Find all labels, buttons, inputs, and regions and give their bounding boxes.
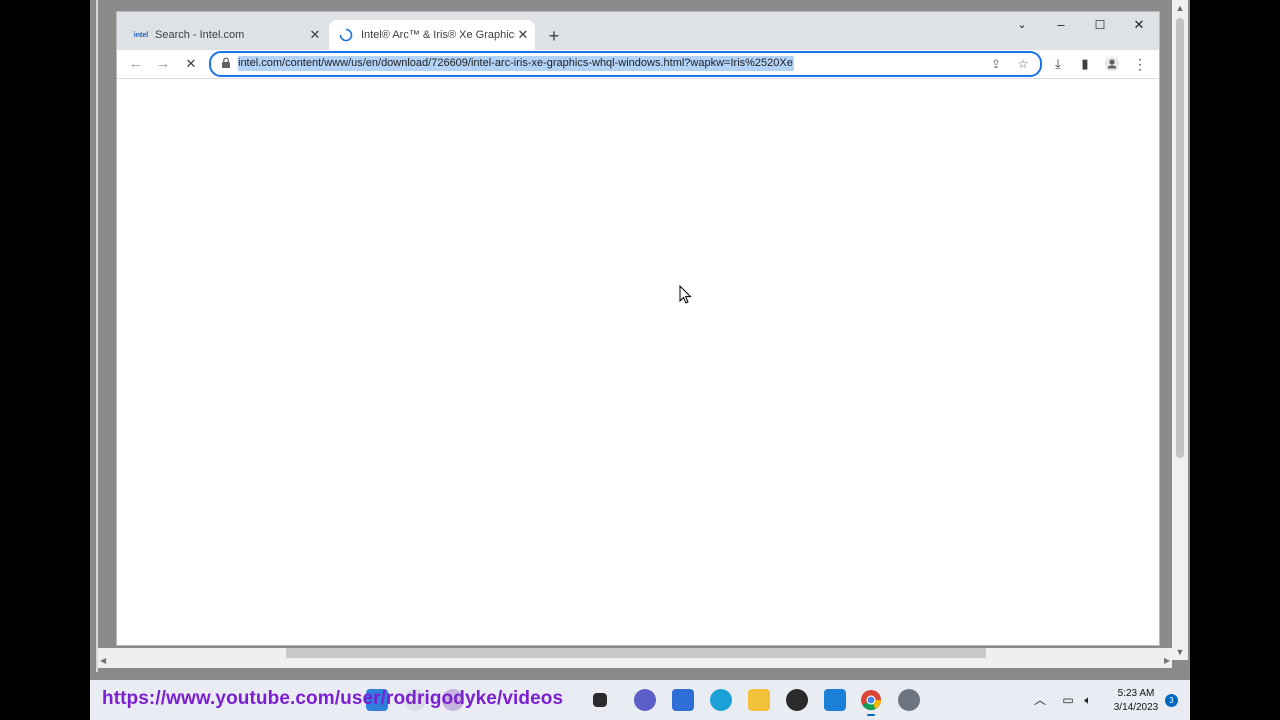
task-view-icon[interactable]	[593, 693, 607, 707]
notification-badge[interactable]: 3	[1165, 694, 1178, 707]
scroll-thumb[interactable]	[1176, 18, 1184, 458]
network-icon[interactable]: ▭	[1060, 692, 1076, 708]
settings-icon[interactable]	[898, 689, 920, 711]
minimize-button[interactable]: –	[1042, 12, 1080, 38]
desktop-edge	[96, 0, 98, 672]
tab-search-chevron-icon[interactable]: ⌄	[1003, 12, 1041, 38]
back-button[interactable]: ←	[125, 54, 147, 74]
profile-avatar-icon[interactable]	[1101, 54, 1123, 74]
video-overlay-url: https://www.youtube.com/user/rodrigodyke…	[102, 688, 564, 709]
store-icon[interactable]	[672, 689, 694, 711]
edge-icon[interactable]	[710, 689, 732, 711]
chrome-icon[interactable]	[860, 689, 882, 716]
scroll-left-arrow-icon[interactable]: ◀	[100, 656, 106, 665]
scroll-down-arrow-icon[interactable]: ▼	[1172, 644, 1188, 660]
clock-date: 3/14/2023	[1113, 702, 1159, 713]
file-explorer-icon[interactable]	[748, 689, 770, 711]
page-viewport[interactable]	[117, 79, 1159, 645]
close-tab-icon[interactable]: ✕	[307, 27, 323, 43]
close-window-button[interactable]: ✕	[1120, 12, 1158, 38]
scroll-thumb[interactable]	[286, 648, 986, 658]
intel-favicon-icon: intel	[133, 31, 149, 39]
downloads-icon[interactable]: ⤓	[1047, 54, 1069, 74]
url-text[interactable]: intel.com/content/www/us/en/download/726…	[238, 56, 794, 71]
tab-search-intel[interactable]: intel Search - Intel.com ✕	[127, 20, 327, 50]
tab-intel-arc-iris[interactable]: Intel® Arc™ & Iris® Xe Graphics ✕	[329, 20, 535, 50]
outer-horizontal-scrollbar[interactable]: ◀ ▶	[98, 648, 1172, 668]
maximize-button[interactable]: ☐	[1081, 12, 1119, 38]
scroll-right-arrow-icon[interactable]: ▶	[1164, 656, 1170, 665]
side-panel-icon[interactable]: ▮	[1074, 54, 1096, 74]
tab-title: Intel® Arc™ & Iris® Xe Graphics	[361, 29, 515, 41]
address-bar[interactable]: intel.com/content/www/us/en/download/726…	[209, 51, 1042, 77]
volume-icon[interactable]: 🔈︎	[1080, 692, 1096, 708]
outer-vertical-scrollbar[interactable]: ▲ ▼	[1172, 0, 1188, 660]
more-menu-icon[interactable]: ⋮	[1129, 54, 1151, 74]
stop-loading-button[interactable]: ✕	[180, 54, 202, 74]
feedback-hub-icon[interactable]	[824, 689, 846, 711]
mouse-cursor-icon	[679, 285, 692, 304]
browser-window: intel Search - Intel.com ✕ Intel® Arc™ &…	[117, 12, 1159, 645]
tab-title: Search - Intel.com	[155, 29, 245, 41]
new-tab-button[interactable]: +	[543, 25, 565, 47]
share-icon[interactable]: ⇪	[987, 55, 1005, 73]
teams-chat-icon[interactable]	[634, 689, 656, 711]
scroll-up-arrow-icon[interactable]: ▲	[1172, 0, 1188, 16]
system-clock[interactable]: 5:23 AM 3/14/2023	[1109, 687, 1163, 715]
loading-spinner-icon	[339, 28, 353, 42]
show-hidden-icons-chevron-icon[interactable]: ︿	[1032, 692, 1048, 708]
lock-icon[interactable]	[219, 56, 233, 70]
tab-strip: intel Search - Intel.com ✕ Intel® Arc™ &…	[117, 12, 1159, 50]
taskbar: https://www.youtube.com/user/rodrigodyke…	[90, 680, 1190, 720]
bookmark-star-icon[interactable]: ☆	[1014, 55, 1032, 73]
browser-toolbar: ← → ✕ intel.com/content/www/us/en/downlo…	[117, 50, 1159, 79]
forward-button[interactable]: →	[152, 54, 174, 74]
media-player-icon[interactable]	[786, 689, 808, 711]
close-tab-icon[interactable]: ✕	[515, 27, 531, 43]
clock-time: 5:23 AM	[1117, 688, 1155, 699]
